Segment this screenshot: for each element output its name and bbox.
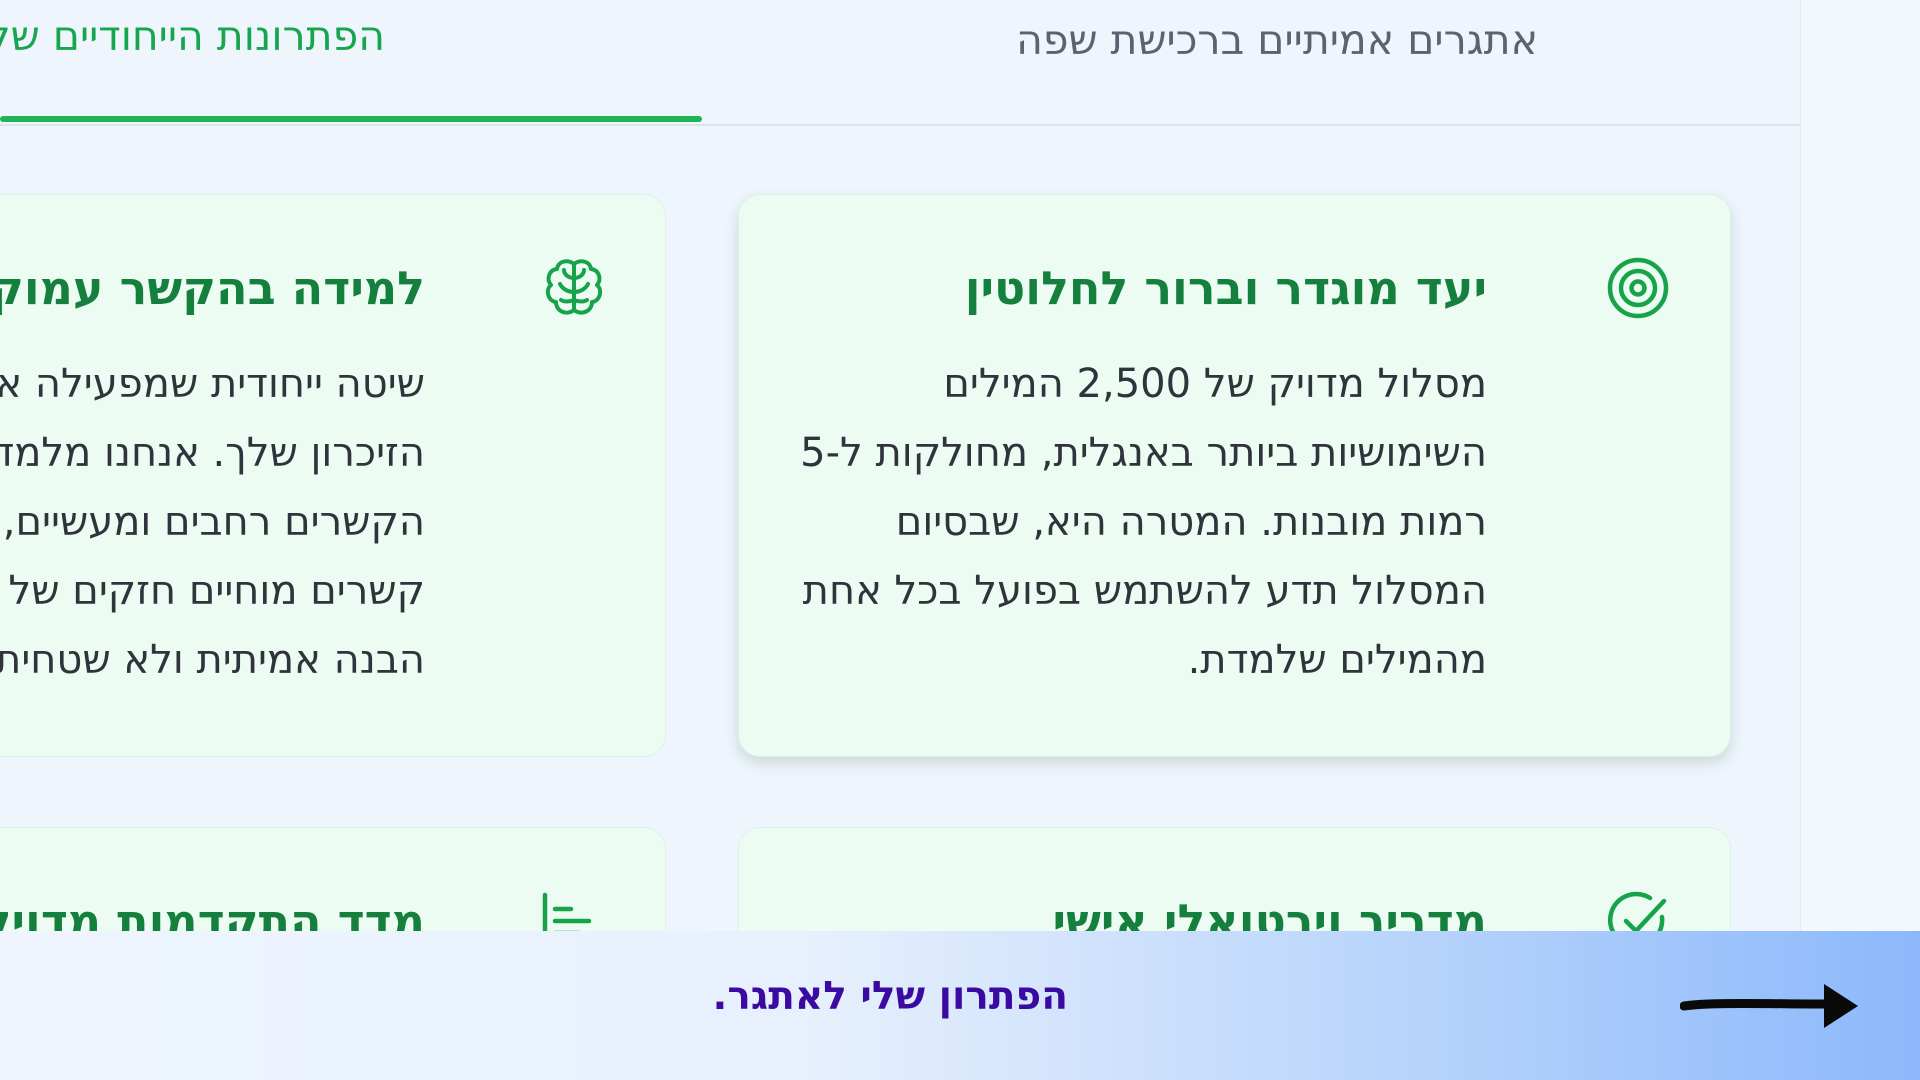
card-title: למידה בהקשר עמוק bbox=[0, 261, 425, 315]
tab-challenges[interactable]: אתגרים אמיתיים ברכישת שפה bbox=[1016, 16, 1538, 140]
target-icon bbox=[1606, 256, 1670, 320]
arrow-right-icon[interactable] bbox=[1679, 976, 1860, 1036]
card-description: מסלול מדויק של 2,500 המילים השימושיות בי… bbox=[800, 361, 1487, 683]
brain-icon bbox=[542, 256, 606, 320]
feature-card-goal: יעד מוגדר וברור לחלוטין מסלול מדויק של 2… bbox=[738, 194, 1731, 757]
cta-text[interactable]: הפתרון שלי לאתגר. bbox=[713, 974, 1069, 1019]
tab-bar: אתגרים אמיתיים ברכישת שפה הפתרונות הייחו… bbox=[0, 0, 1800, 126]
card-description-line: שיטה ייחודית שמפעילה את bbox=[0, 361, 425, 407]
feature-card-context: למידה בהקשר עמוק שיטה ייחודית שמפעילה את… bbox=[0, 194, 666, 757]
card-description-line: קשרים מוחיים חזקים של bbox=[8, 568, 425, 614]
card-title: יעד מוגדר וברור לחלוטין bbox=[964, 261, 1487, 315]
card-description-line: הבנה אמיתית ולא שטחית. bbox=[0, 637, 425, 683]
card-description-line: הזיכרון שלך. אנחנו מלמדים bbox=[0, 430, 425, 476]
cta-banner[interactable]: הפתרון שלי לאתגר. bbox=[0, 931, 1920, 1080]
card-description: שיטה ייחודית שמפעילה את הזיכרון שלך. אנח… bbox=[0, 350, 425, 695]
active-tab-indicator bbox=[0, 116, 702, 122]
scroll-gutter bbox=[1800, 0, 1920, 1080]
card-description-line: הקשרים רחבים ומעשיים, bbox=[2, 499, 425, 545]
page: אתגרים אמיתיים ברכישת שפה הפתרונות הייחו… bbox=[0, 0, 1920, 1080]
